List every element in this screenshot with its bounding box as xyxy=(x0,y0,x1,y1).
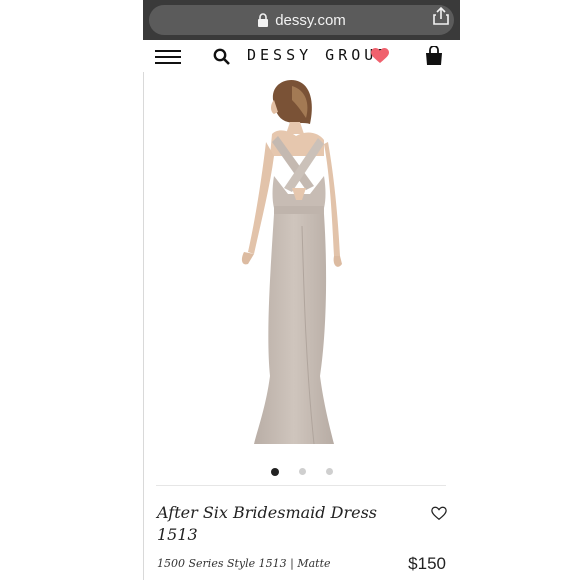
wishlist-heart-icon[interactable] xyxy=(431,506,447,521)
product-title[interactable]: After Six Bridesmaid Dress 1513 xyxy=(157,502,397,546)
lock-icon xyxy=(258,13,269,27)
share-icon[interactable] xyxy=(432,6,450,26)
heart-icon[interactable] xyxy=(371,48,389,64)
product-price: $150 xyxy=(408,554,446,573)
gallery-dot[interactable] xyxy=(326,468,333,476)
shopping-bag-icon[interactable] xyxy=(425,46,443,65)
divider xyxy=(156,485,446,486)
url-text: dessy.com xyxy=(275,11,346,29)
menu-icon[interactable] xyxy=(155,50,181,64)
browser-chrome: dessy.com xyxy=(143,0,460,40)
address-bar[interactable]: dessy.com xyxy=(149,5,454,35)
product-card: After Six Bridesmaid Dress 1513 1500 Ser… xyxy=(143,72,460,580)
site-header: DESSY GROUP xyxy=(143,40,460,73)
gallery-pagination xyxy=(144,463,460,476)
product-subtitle: 1500 Series Style 1513 | Matte xyxy=(157,557,331,570)
brand-logo[interactable]: DESSY GROUP xyxy=(247,46,390,64)
mobile-browser: dessy.com DESSY GROUP After Six Bridesma… xyxy=(143,0,460,580)
gallery-dot[interactable] xyxy=(271,467,279,476)
product-image[interactable] xyxy=(214,76,374,452)
search-icon[interactable] xyxy=(213,48,231,66)
gallery-dot[interactable] xyxy=(299,468,306,476)
